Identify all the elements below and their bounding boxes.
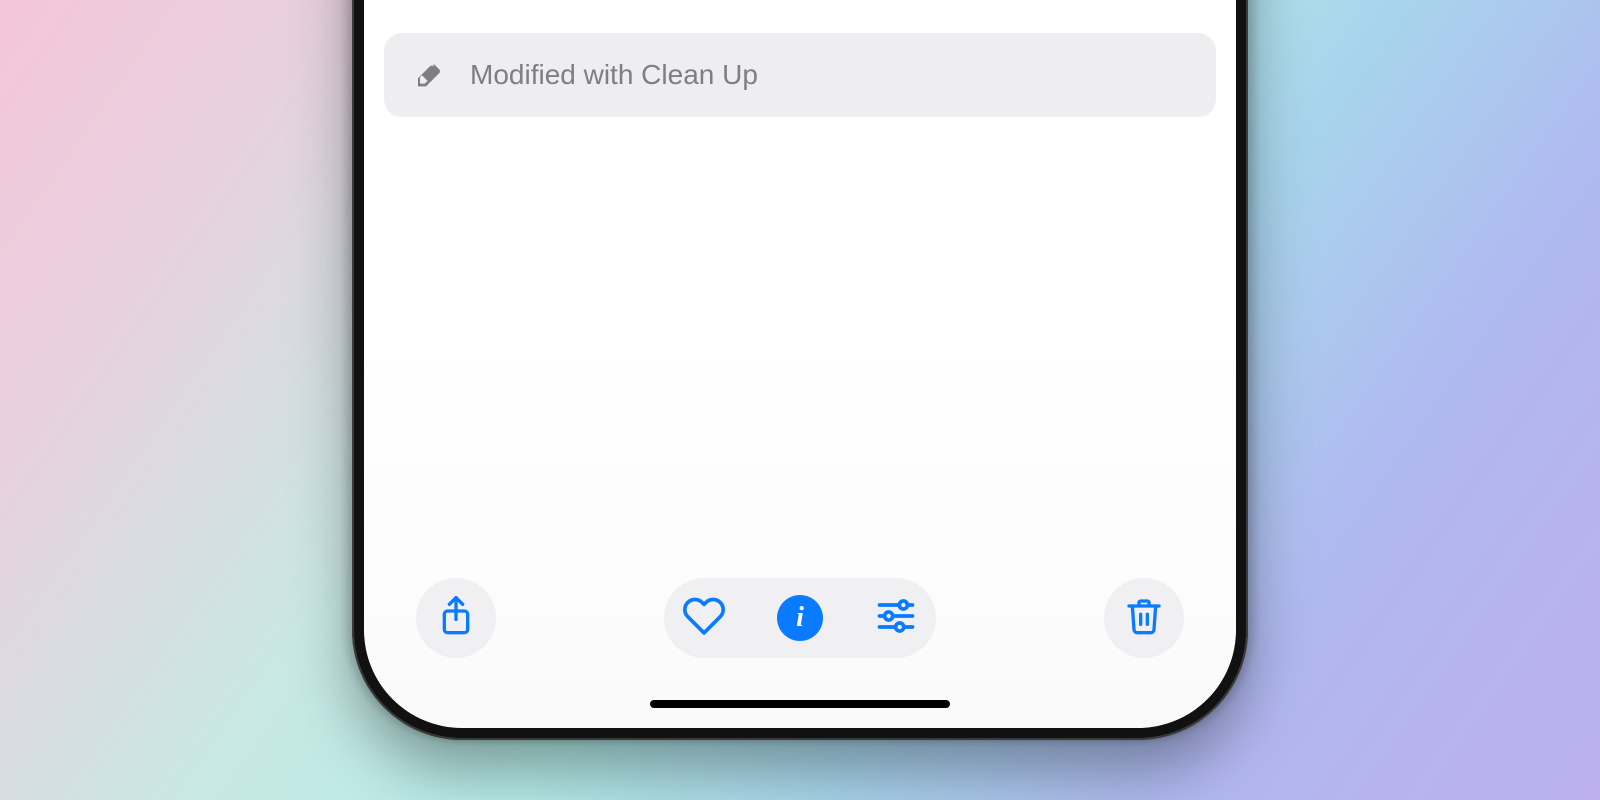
info-button[interactable]: i — [774, 595, 826, 641]
heart-icon — [682, 594, 726, 643]
adjust-button[interactable] — [870, 594, 922, 643]
modification-card: Modified with Clean Up — [384, 33, 1216, 117]
share-icon — [436, 594, 476, 643]
screen: Apple iPhone 15 Pro Max HEIF Main Camera… — [364, 0, 1236, 728]
delete-button[interactable] — [1104, 578, 1184, 658]
trash-icon — [1124, 594, 1164, 643]
bottom-toolbar: i — [364, 578, 1236, 658]
modification-label: Modified with Clean Up — [470, 59, 758, 91]
favorite-button[interactable] — [678, 594, 730, 643]
home-indicator[interactable] — [650, 700, 950, 708]
share-button[interactable] — [416, 578, 496, 658]
sliders-icon — [874, 594, 918, 643]
info-icon: i — [777, 595, 823, 641]
eraser-icon — [412, 59, 444, 91]
center-toolbar-pill: i — [664, 578, 936, 658]
phone-frame: Apple iPhone 15 Pro Max HEIF Main Camera… — [352, 0, 1248, 740]
